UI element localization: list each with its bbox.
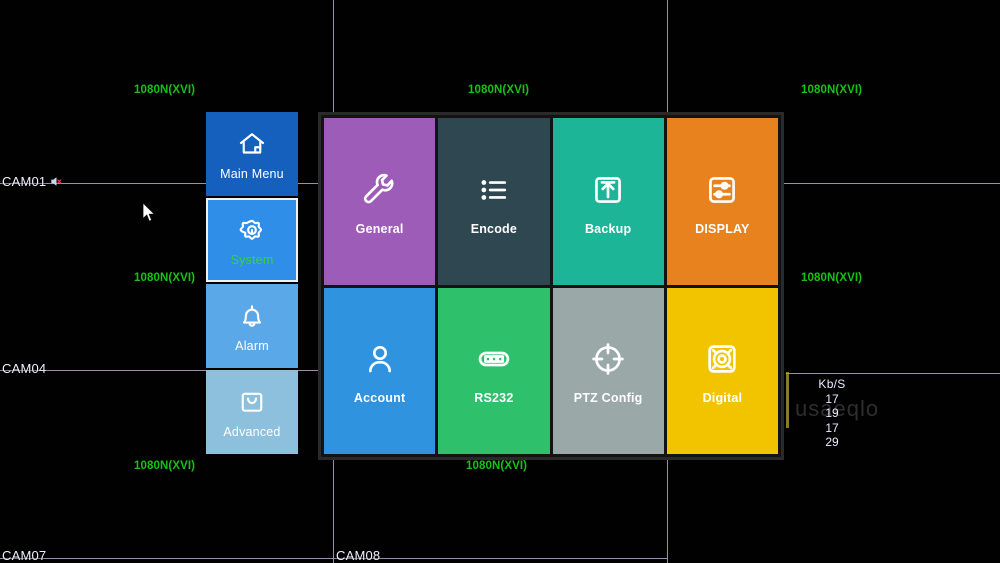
camera-channel-label: CAM04 xyxy=(2,361,46,376)
audio-muted-icon xyxy=(50,175,63,191)
menu-tile-encode[interactable]: Encode xyxy=(438,118,550,285)
list-icon xyxy=(475,167,513,213)
camera-channel-label: CAM08 xyxy=(336,548,380,563)
menu-tile-label: DISPLAY xyxy=(695,221,750,236)
menu-tile-label: RS232 xyxy=(474,391,514,406)
menu-tile-general[interactable]: General xyxy=(324,118,436,285)
menu-tile-label: Digital xyxy=(702,391,743,406)
resolution-label: 1080N(XVI) xyxy=(134,460,196,472)
menu-tile-account[interactable]: Account xyxy=(324,287,436,454)
camera-channel-name: CAM08 xyxy=(336,548,381,563)
menu-tile-digital[interactable]: Digital xyxy=(666,287,778,454)
upload-box-icon xyxy=(589,167,627,213)
camera-channel-label: CAM01 xyxy=(2,174,63,191)
bitrate-value: 19 xyxy=(825,406,839,420)
bitrate-value: 17 xyxy=(825,391,839,406)
crosshair-icon xyxy=(589,336,627,382)
menu-sidebar: Main Menu System Alarm Advanced xyxy=(206,112,298,456)
menu-tile-label: PTZ Config xyxy=(573,391,643,406)
camera-channel-name: CAM07 xyxy=(2,548,47,563)
connector-icon xyxy=(475,336,513,382)
resolution-label: 1080N(XVI) xyxy=(468,84,530,96)
sidebar-item-label: Main Menu xyxy=(220,167,284,181)
sidebar-item-label: Alarm xyxy=(235,339,269,353)
camera-channel-label: CAM07 xyxy=(2,548,46,563)
bitrate-readout: Kb/S 17 19 17 29 xyxy=(812,377,852,450)
menu-tile-label: Backup xyxy=(584,221,632,236)
menu-tile-panel: General Encode Backup DISPLAY Account RS232 PT… xyxy=(318,112,784,460)
sidebar-item-system[interactable]: System xyxy=(206,198,298,282)
home-icon xyxy=(237,127,267,161)
bell-icon xyxy=(237,299,267,333)
menu-tile-label: Account xyxy=(353,391,406,406)
menu-tile-rs232[interactable]: RS232 xyxy=(438,287,550,454)
resolution-label: 1080N(XVI) xyxy=(134,84,196,96)
column-edge-marker xyxy=(786,372,789,428)
user-icon xyxy=(361,336,399,382)
menu-tile-label: General xyxy=(355,221,404,236)
resolution-label: 1080N(XVI) xyxy=(801,84,863,96)
lens-icon xyxy=(703,336,741,382)
sidebar-item-label: System xyxy=(230,253,274,267)
camera-channel-name: CAM01 xyxy=(2,174,47,189)
mouse-cursor xyxy=(143,203,156,222)
menu-tile-label: Encode xyxy=(470,221,518,236)
toolbox-icon xyxy=(237,385,267,419)
camera-channel-name: CAM04 xyxy=(2,361,47,376)
menu-tile-backup[interactable]: Backup xyxy=(552,118,664,285)
menu-tile-ptz-config[interactable]: PTZ Config xyxy=(552,287,664,454)
sidebar-item-label: Advanced xyxy=(223,425,281,439)
grid-divider-horizontal xyxy=(334,558,667,559)
resolution-label: 1080N(XVI) xyxy=(801,272,863,284)
wrench-icon xyxy=(361,167,399,213)
bitrate-value: 29 xyxy=(825,435,839,449)
sidebar-item-alarm[interactable]: Alarm xyxy=(206,284,298,368)
sliders-icon xyxy=(703,167,741,213)
bitrate-unit-label: Kb/S xyxy=(818,377,846,391)
gear-icon xyxy=(237,213,267,247)
resolution-label: 1080N(XVI) xyxy=(466,460,528,472)
sidebar-item-main-menu[interactable]: Main Menu xyxy=(206,112,298,196)
resolution-label: 1080N(XVI) xyxy=(134,272,196,284)
grid-divider-horizontal xyxy=(786,373,1000,374)
bitrate-value: 17 xyxy=(825,420,839,435)
sidebar-item-advanced[interactable]: Advanced xyxy=(206,370,298,454)
menu-tile-display[interactable]: DISPLAY xyxy=(666,118,778,285)
grid-divider-horizontal xyxy=(0,558,333,559)
